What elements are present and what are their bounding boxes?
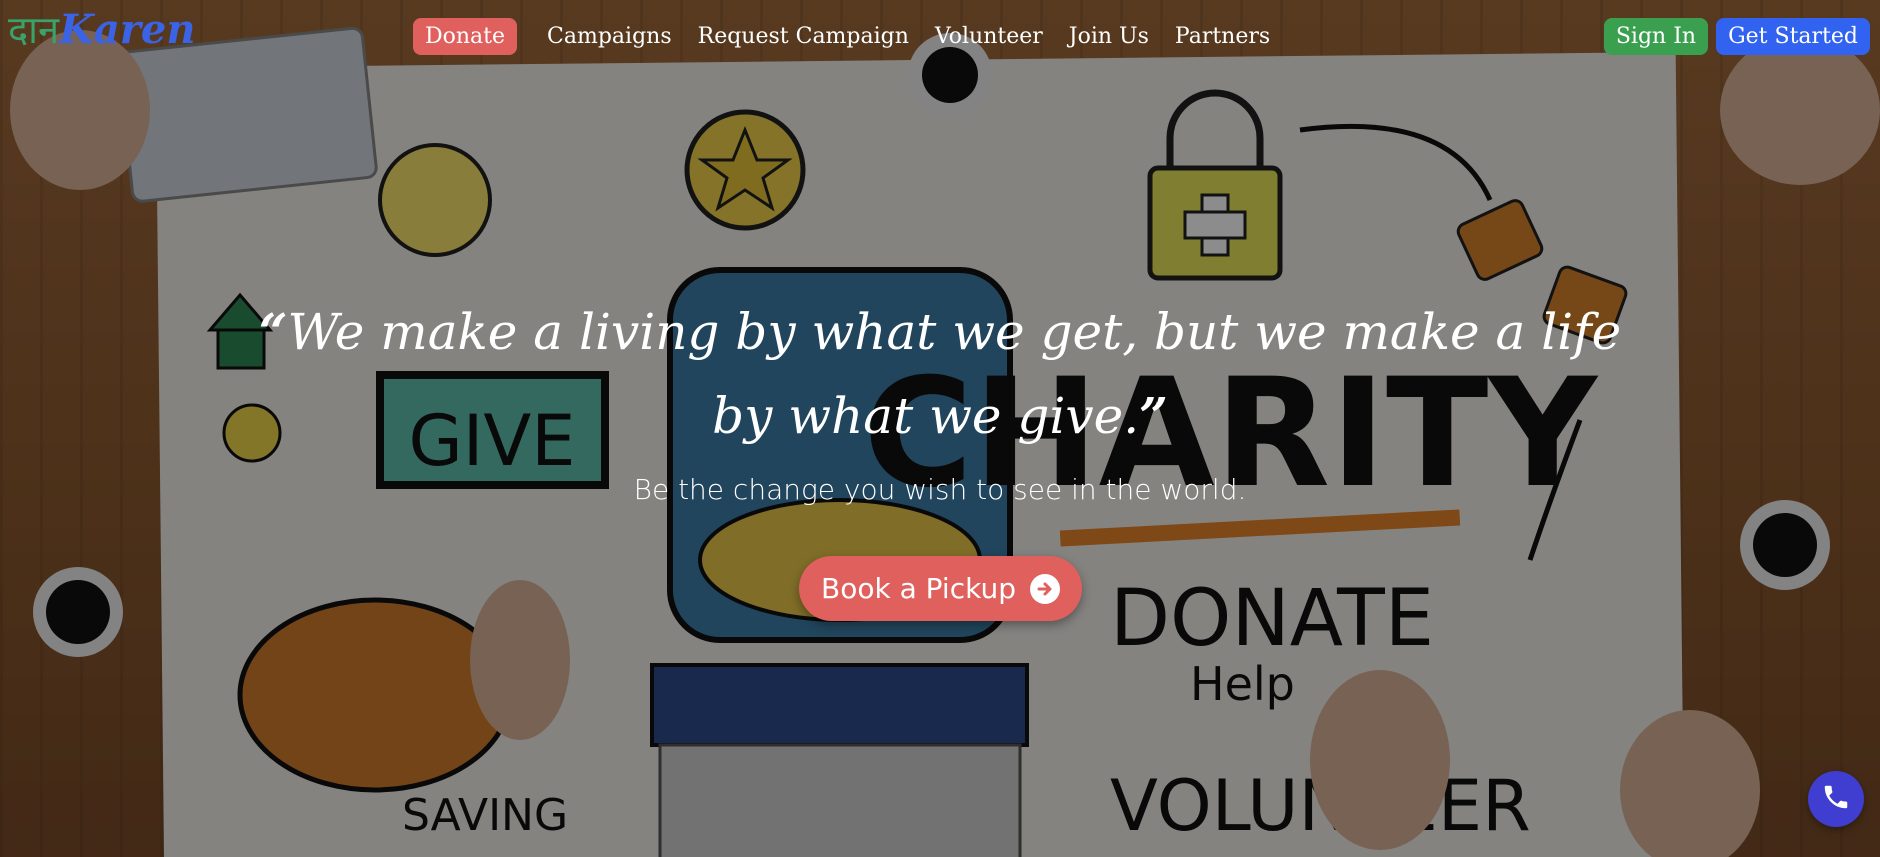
nav-link-join-us[interactable]: Join Us [1069, 20, 1149, 53]
quote-line-2-text: by what we give. [712, 387, 1140, 445]
call-fab-button[interactable] [1808, 771, 1864, 827]
sign-in-button[interactable]: Sign In [1603, 18, 1709, 55]
hero-subtitle: Be the change you wish to see in the wor… [633, 473, 1247, 506]
phone-icon [1821, 782, 1851, 816]
get-started-button[interactable]: Get Started [1716, 18, 1870, 55]
quote-close-mark: ” [1139, 386, 1168, 445]
nav-donate-button[interactable]: Donate [413, 18, 518, 55]
brand-logo-latin: Karen [59, 6, 196, 53]
book-pickup-button[interactable]: Book a Pickup [799, 556, 1082, 621]
navbar: दानKaren Donate Campaigns Request Campai… [0, 0, 1880, 76]
hero-quote: “We make a living by what we get, but we… [240, 290, 1640, 458]
quote-line-1-text: We make a living by what we get, but we … [287, 303, 1622, 361]
nav-link-request-campaign[interactable]: Request Campaign [698, 20, 909, 53]
hero-quote-line-2: by what we give.” [240, 374, 1640, 458]
nav-links: Donate Campaigns Request Campaign Volunt… [413, 18, 1296, 55]
hero-quote-line-1: “We make a living by what we get, but we… [240, 290, 1640, 374]
brand-logo[interactable]: दानKaren [8, 10, 195, 50]
brand-logo-hindi: दान [8, 8, 60, 52]
nav-link-volunteer[interactable]: Volunteer [935, 20, 1043, 53]
auth-buttons: Sign In Get Started [1603, 18, 1870, 55]
nav-link-campaigns[interactable]: Campaigns [547, 20, 672, 53]
arrow-right-circle-icon [1029, 573, 1060, 604]
quote-open-mark: “ [258, 302, 288, 361]
nav-link-partners[interactable]: Partners [1175, 20, 1270, 53]
book-pickup-label: Book a Pickup [821, 572, 1016, 605]
